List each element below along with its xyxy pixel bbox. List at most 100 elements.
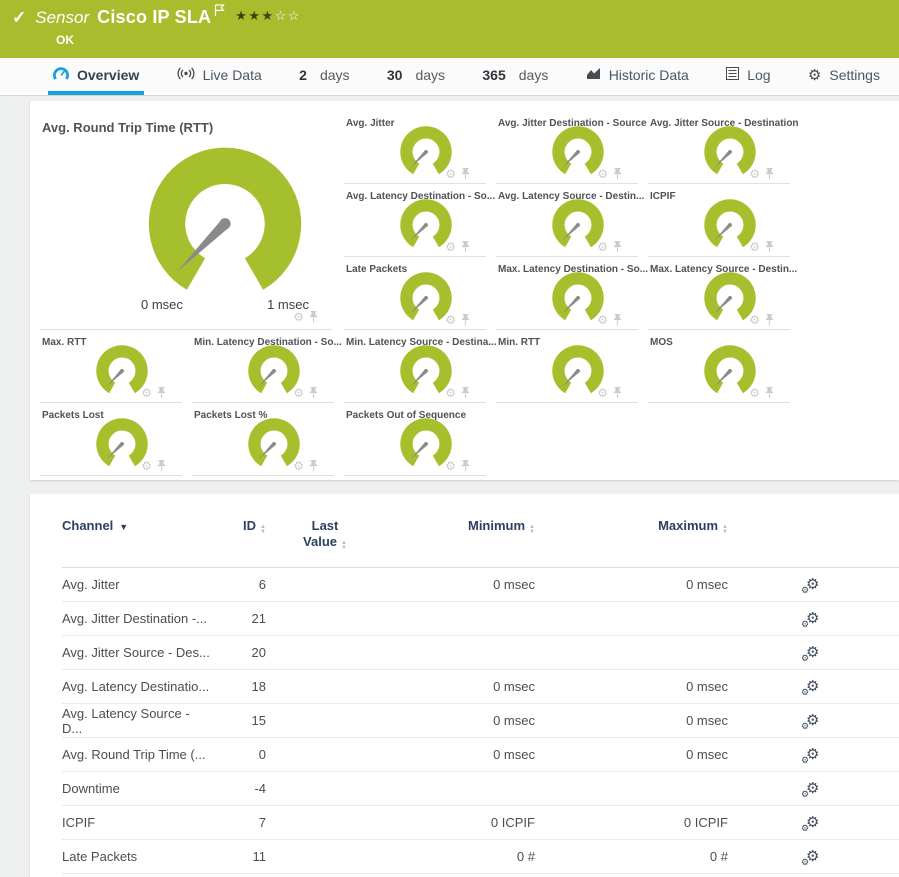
gear-icon[interactable]: ⚙ — [141, 460, 152, 472]
cell-minimum — [384, 602, 535, 636]
channel-settings-gears-icon[interactable]: ⚙⚙ — [806, 645, 819, 660]
gauge-title: ICPIF — [650, 191, 676, 202]
tab-live-data[interactable]: Live Data — [172, 58, 267, 95]
pin-icon[interactable] — [765, 387, 774, 399]
channel-settings-gears-icon[interactable]: ⚙⚙ — [806, 747, 819, 762]
tab-365-days[interactable]: 365 days — [477, 58, 553, 95]
cell-last-value — [266, 806, 384, 840]
gear-icon[interactable]: ⚙ — [597, 168, 608, 180]
channel-settings-gears-icon[interactable]: ⚙⚙ — [806, 781, 819, 796]
live-data-icon — [177, 67, 195, 83]
tab-days-number: 365 — [482, 67, 505, 83]
pin-icon[interactable] — [461, 168, 470, 180]
tab-settings[interactable]: ⚙Settings — [803, 58, 885, 95]
pin-icon[interactable] — [613, 387, 622, 399]
gear-icon[interactable]: ⚙ — [597, 241, 608, 253]
channel-settings-gears-icon[interactable]: ⚙⚙ — [806, 815, 819, 830]
pin-icon[interactable] — [309, 311, 318, 323]
cell-last-value — [266, 704, 384, 738]
pin-icon[interactable] — [765, 241, 774, 253]
gauge-panel: Packets Out of Sequence⚙ — [344, 403, 486, 476]
gauge-actions: ⚙ — [445, 168, 470, 180]
gear-icon[interactable]: ⚙ — [141, 387, 152, 399]
gauge-actions: ⚙ — [749, 314, 774, 326]
gauges-panel: Avg. Round Trip Time (RTT)0 msec1 msec⚙A… — [30, 101, 899, 480]
priority-stars[interactable]: ★★★☆☆ — [235, 8, 301, 24]
star-filled-icon[interactable]: ★ — [235, 8, 248, 23]
gauge-panel: Max. RTT⚙ — [40, 330, 182, 403]
gauge-dial — [142, 141, 308, 295]
tab-30-days[interactable]: 30days — [382, 58, 450, 95]
tab-label: Overview — [77, 67, 139, 83]
pin-icon[interactable] — [613, 241, 622, 253]
gear-icon[interactable]: ⚙ — [749, 168, 760, 180]
gear-icon[interactable]: ⚙ — [445, 241, 456, 253]
pin-icon[interactable] — [765, 168, 774, 180]
table-row: Avg. Jitter Source - Des...20 ⚙⚙ — [62, 636, 899, 670]
pin-icon[interactable] — [765, 314, 774, 326]
gear-icon[interactable]: ⚙ — [445, 168, 456, 180]
gear-icon[interactable]: ⚙ — [749, 241, 760, 253]
gear-icon[interactable]: ⚙ — [597, 387, 608, 399]
pin-icon[interactable] — [309, 460, 318, 472]
channel-settings-gears-icon[interactable]: ⚙⚙ — [806, 679, 819, 694]
gear-icon[interactable]: ⚙ — [597, 314, 608, 326]
gear-icon[interactable]: ⚙ — [293, 460, 304, 472]
pin-icon[interactable] — [613, 314, 622, 326]
pin-icon[interactable] — [157, 387, 166, 399]
tab-days-unit: days — [519, 67, 549, 83]
cell-minimum: 0 ICPIF — [384, 806, 535, 840]
pin-icon[interactable] — [309, 387, 318, 399]
gear-icon[interactable]: ⚙ — [445, 314, 456, 326]
column-header-last-value[interactable]: Last Value▲▼ — [266, 518, 384, 568]
cell-channel: Avg. Round Trip Time (... — [62, 738, 212, 772]
channel-settings-gears-icon[interactable]: ⚙⚙ — [806, 577, 819, 592]
channel-settings-gears-icon[interactable]: ⚙⚙ — [806, 849, 819, 864]
gear-icon[interactable]: ⚙ — [749, 314, 760, 326]
cell-maximum: 0 ICPIF — [535, 806, 728, 840]
star-empty-icon[interactable]: ☆ — [288, 8, 301, 23]
column-header-channel[interactable]: Channel▼ — [62, 518, 212, 568]
flag-icon[interactable] — [214, 4, 225, 22]
gear-icon[interactable]: ⚙ — [749, 387, 760, 399]
tab-2-days[interactable]: 2days — [294, 58, 354, 95]
gauge-actions: ⚙ — [445, 387, 470, 399]
gauge-panel: ICPIF ⚙ — [648, 184, 790, 257]
gear-icon[interactable]: ⚙ — [445, 387, 456, 399]
gear-icon[interactable]: ⚙ — [445, 460, 456, 472]
channel-settings-gears-icon[interactable]: ⚙⚙ — [806, 611, 819, 626]
gauge-panel: Min. Latency Destination - So...⚙ — [192, 330, 334, 403]
column-header-maximum[interactable]: Maximum▲▼ — [535, 518, 728, 568]
gear-icon[interactable]: ⚙ — [293, 311, 304, 323]
tab-label: Settings — [829, 67, 880, 83]
gauge-panel: Late Packets⚙ — [344, 257, 486, 330]
gauge-scale: 0 msec1 msec — [141, 297, 309, 312]
star-filled-icon[interactable]: ★ — [262, 8, 275, 23]
star-filled-icon[interactable]: ★ — [248, 8, 261, 23]
gear-icon[interactable]: ⚙ — [293, 387, 304, 399]
column-header-id[interactable]: ID▲▼ — [212, 518, 266, 568]
cell-channel: Late Packets — [62, 840, 212, 874]
pin-icon[interactable] — [461, 241, 470, 253]
cell-channel: Avg. Jitter Source - Des... — [62, 636, 212, 670]
pin-icon[interactable] — [461, 314, 470, 326]
cell-id: 11 — [212, 840, 266, 874]
pin-icon[interactable] — [157, 460, 166, 472]
cell-id: 20 — [212, 636, 266, 670]
pin-icon[interactable] — [613, 168, 622, 180]
tab-bar: Overview Live Data 2days 30days 365 days Histo… — [0, 58, 899, 96]
column-header-minimum[interactable]: Minimum▲▼ — [384, 518, 535, 568]
tab-log[interactable]: Log — [721, 58, 775, 95]
star-empty-icon[interactable]: ☆ — [275, 8, 288, 23]
cell-minimum — [384, 636, 535, 670]
gauge-actions: ⚙ — [141, 460, 166, 472]
channel-settings-gears-icon[interactable]: ⚙⚙ — [806, 713, 819, 728]
cell-minimum — [384, 772, 535, 806]
gauge-actions: ⚙ — [293, 387, 318, 399]
pin-icon[interactable] — [461, 387, 470, 399]
pin-icon[interactable] — [461, 460, 470, 472]
table-row: Avg. Latency Source - D...150 msec0 msec… — [62, 704, 899, 738]
tab-historic-data[interactable]: Historic Data — [581, 58, 694, 95]
tab-overview[interactable]: Overview — [48, 58, 144, 95]
sort-icon: ▲▼ — [341, 541, 347, 551]
